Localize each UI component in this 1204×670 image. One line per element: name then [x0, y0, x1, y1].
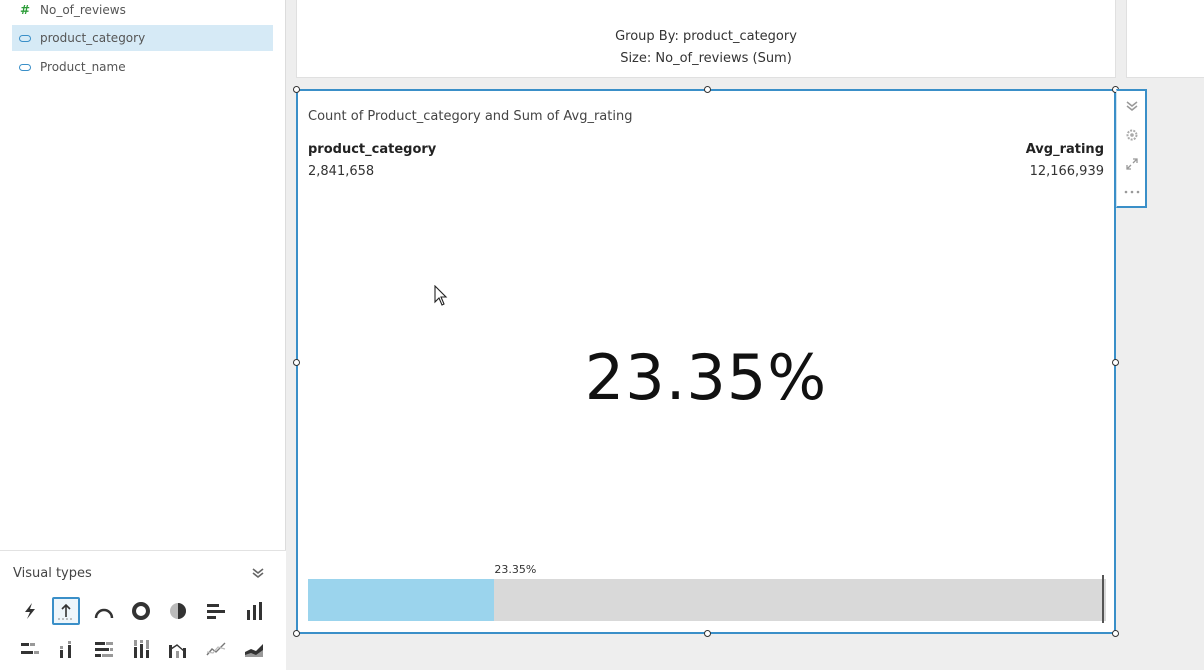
stacked-horizontal-bar-icon[interactable] — [16, 635, 44, 663]
autograph-icon[interactable] — [16, 597, 44, 625]
combo-chart-icon[interactable] — [164, 635, 192, 663]
settings-icon[interactable] — [1117, 121, 1146, 149]
dimension-icon — [14, 60, 36, 74]
percent-horizontal-bar-icon[interactable] — [90, 635, 118, 663]
progress-fill — [308, 579, 495, 621]
chevron-down-icon[interactable] — [250, 565, 266, 581]
area-chart-icon[interactable] — [240, 635, 268, 663]
progress-bar — [308, 575, 1106, 623]
field-label: Product_name — [40, 60, 126, 74]
progress-label: 23.35% — [494, 563, 537, 576]
resize-handle[interactable] — [293, 630, 300, 637]
target-metric-label: Avg_rating — [1025, 142, 1104, 157]
resize-handle[interactable] — [293, 86, 300, 93]
treemap-visual-placeholder[interactable]: Group By: product_category Size: No_of_r… — [296, 0, 1116, 78]
pie-icon[interactable] — [164, 597, 192, 625]
kpi-percent-value: 23.35% — [584, 341, 828, 414]
size-text: Size: No_of_reviews (Sum) — [620, 51, 792, 66]
expand-icon[interactable] — [1117, 150, 1146, 178]
gauge-icon[interactable] — [90, 597, 118, 625]
percent-vertical-bar-icon[interactable] — [127, 635, 155, 663]
line-chart-icon[interactable] — [202, 635, 230, 663]
field-label: product_category — [40, 31, 146, 45]
hash-icon: # — [19, 3, 31, 17]
group-by-text: Group By: product_category — [615, 29, 797, 44]
stacked-vertical-bar-icon[interactable] — [52, 635, 80, 663]
field-product-name[interactable]: Product_name — [12, 54, 273, 80]
visual-types-title: Visual types — [13, 566, 92, 581]
primary-metric-label: product_category — [308, 142, 437, 157]
dimension-icon — [14, 31, 36, 45]
donut-icon[interactable] — [127, 597, 155, 625]
target-metric-value: 12,166,939 — [1029, 164, 1104, 179]
field-label: No_of_reviews — [40, 3, 126, 17]
resize-handle[interactable] — [704, 86, 711, 93]
resize-handle[interactable] — [704, 630, 711, 637]
mouse-cursor-icon — [434, 285, 448, 306]
vertical-bar-icon[interactable] — [240, 597, 268, 625]
kpi-visual[interactable]: Count of Product_category and Sum of Avg… — [293, 86, 1119, 637]
more-options-icon[interactable] — [1117, 178, 1146, 206]
collapse-icon[interactable] — [1117, 92, 1146, 120]
fields-panel: # No_of_reviews product_category Product… — [0, 0, 286, 670]
field-no-of-reviews[interactable]: # No_of_reviews — [12, 0, 273, 23]
visual-toolbar — [1116, 89, 1147, 208]
primary-metric-value: 2,841,658 — [308, 164, 375, 179]
visual-types-panel: Visual types — [0, 550, 286, 670]
visual-empty-message: Group By: product_category Size: No_of_r… — [297, 26, 1115, 70]
adjacent-visual[interactable] — [1126, 0, 1204, 78]
visual-title[interactable]: Count of Product_category and Sum of Avg… — [308, 109, 632, 124]
resize-handle[interactable] — [1112, 630, 1119, 637]
progress-target-marker — [1102, 575, 1104, 623]
horizontal-bar-icon[interactable] — [202, 597, 230, 625]
field-product-category[interactable]: product_category — [12, 25, 273, 51]
kpi-icon[interactable] — [52, 597, 80, 625]
